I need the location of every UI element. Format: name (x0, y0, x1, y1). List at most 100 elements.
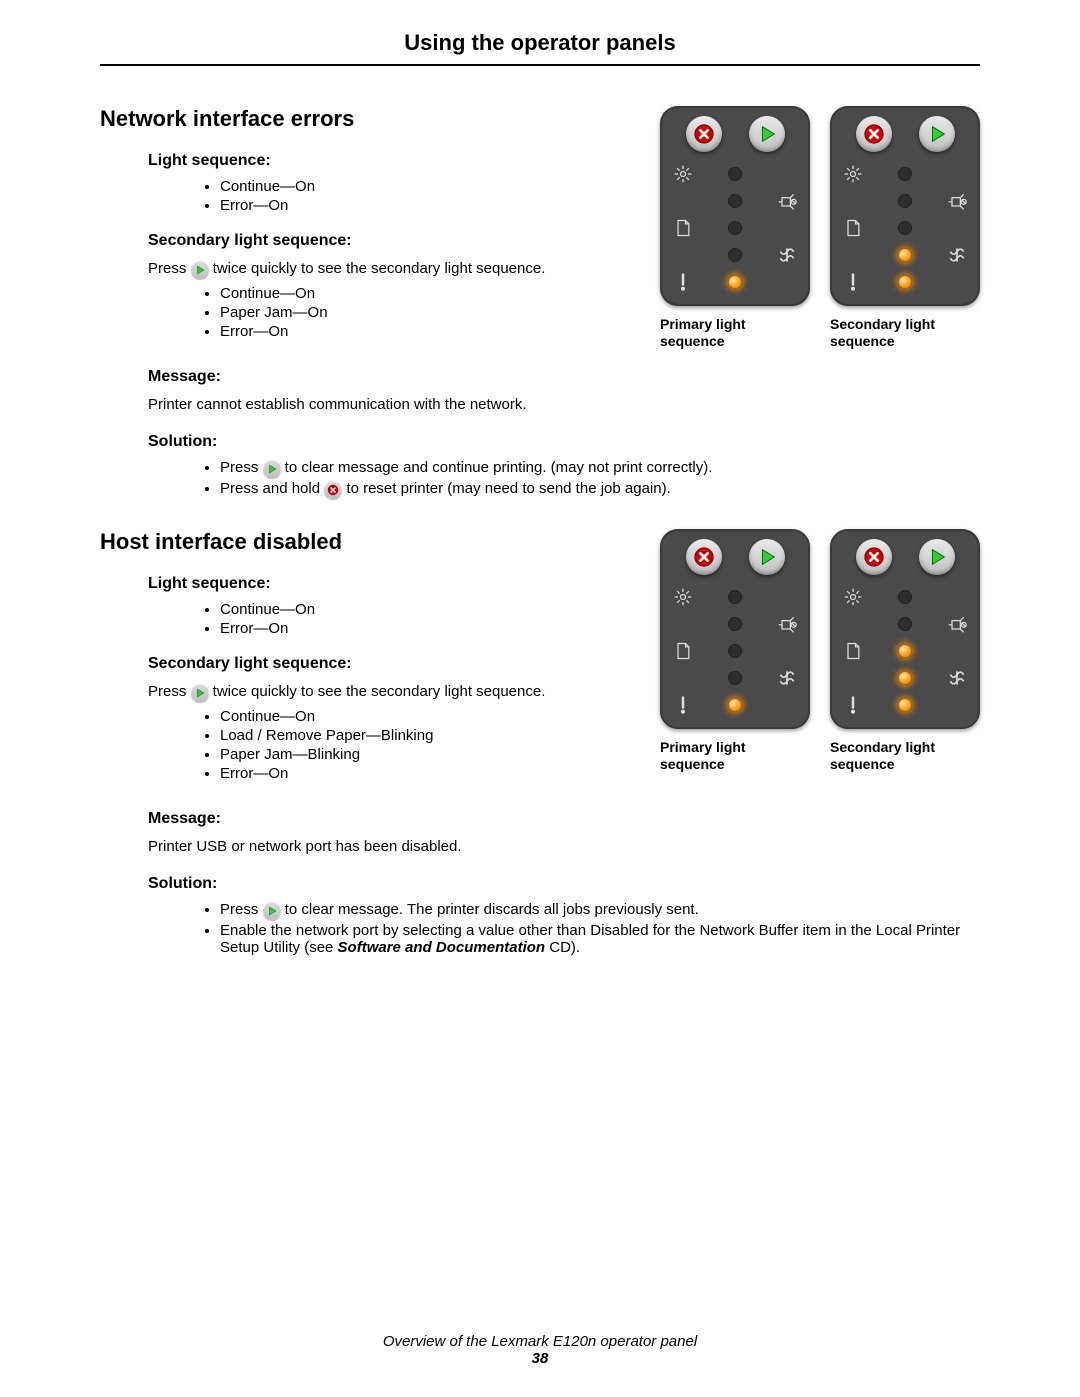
paper-icon (842, 640, 864, 662)
continue-icon (263, 460, 281, 478)
panel-caption: Primary light sequence (660, 316, 810, 350)
continue-icon (191, 261, 209, 279)
list-item: Error—On (220, 765, 640, 782)
error-icon (842, 694, 864, 716)
toner-led (898, 194, 912, 208)
cancel-button (856, 539, 892, 575)
secondary-instruction: Press twice quickly to see the secondary… (148, 681, 640, 702)
page-footer: Overview of the Lexmark E120n operator p… (0, 1333, 1080, 1367)
list-item: Paper Jam—Blinking (220, 746, 640, 763)
section-heading: Network interface errors (100, 106, 640, 132)
jam-icon (946, 244, 968, 266)
panel-caption: Secondary light sequence (830, 739, 980, 773)
list-item: Enable the network port by selecting a v… (220, 922, 980, 956)
list-item: Press and hold to reset printer (may nee… (220, 480, 980, 499)
light-sequence-label: Light sequence: (148, 575, 640, 593)
toner-led (728, 617, 742, 631)
footer-caption: Overview of the Lexmark E120n operator p… (383, 1333, 697, 1350)
continue-button (749, 116, 785, 152)
jam-led (728, 671, 742, 685)
solution-label: Solution: (148, 433, 980, 451)
operator-panel-secondary (830, 529, 980, 729)
secondary-sequence-list: Continue—On Load / Remove Paper—Blinking… (100, 708, 640, 782)
error-icon (672, 694, 694, 716)
list-item: Continue—On (220, 708, 640, 725)
secondary-sequence-list: Continue—On Paper Jam—On Error—On (100, 285, 640, 340)
ready-icon (672, 586, 694, 608)
continue-button (919, 116, 955, 152)
error-icon (672, 271, 694, 293)
list-item: Load / Remove Paper—Blinking (220, 727, 640, 744)
list-item: Press to clear message and continue prin… (220, 459, 980, 478)
title-rule (100, 64, 980, 66)
toner-icon (776, 190, 798, 212)
solution-list: Press to clear message and continue prin… (100, 459, 980, 499)
light-sequence-label: Light sequence: (148, 152, 640, 170)
continue-button (749, 539, 785, 575)
ready-icon (672, 163, 694, 185)
jam-led (728, 248, 742, 262)
cancel-icon (324, 481, 342, 499)
toner-led (898, 617, 912, 631)
paper-led (898, 221, 912, 235)
page-title: Using the operator panels (100, 30, 980, 56)
secondary-sequence-label: Secondary light sequence: (148, 655, 640, 673)
error-led (728, 275, 742, 289)
solution-list: Press to clear message. The printer disc… (100, 901, 980, 956)
ready-led (898, 167, 912, 181)
secondary-instruction: Press twice quickly to see the secondary… (148, 258, 640, 279)
jam-icon (776, 244, 798, 266)
error-icon (842, 271, 864, 293)
ready-led (728, 590, 742, 604)
paper-led (728, 644, 742, 658)
toner-led (728, 194, 742, 208)
paper-icon (672, 640, 694, 662)
operator-panel-primary (660, 529, 810, 729)
cancel-button (686, 539, 722, 575)
toner-icon (946, 613, 968, 635)
ready-icon (842, 586, 864, 608)
continue-icon (263, 902, 281, 920)
list-item: Continue—On (220, 601, 640, 618)
paper-icon (672, 217, 694, 239)
cancel-button (686, 116, 722, 152)
paper-icon (842, 217, 864, 239)
jam-led (898, 671, 912, 685)
operator-panel-secondary (830, 106, 980, 306)
operator-panel-primary (660, 106, 810, 306)
list-item: Error—On (220, 620, 640, 637)
panel-caption: Primary light sequence (660, 739, 810, 773)
message-text: Printer USB or network port has been dis… (148, 836, 980, 857)
list-item: Press to clear message. The printer disc… (220, 901, 980, 920)
toner-icon (776, 613, 798, 635)
error-led (898, 698, 912, 712)
message-label: Message: (148, 810, 980, 828)
panel-caption: Secondary light sequence (830, 316, 980, 350)
list-item: Continue—On (220, 285, 640, 302)
list-item: Paper Jam—On (220, 304, 640, 321)
list-item: Error—On (220, 323, 640, 340)
paper-led (728, 221, 742, 235)
error-led (898, 275, 912, 289)
solution-label: Solution: (148, 875, 980, 893)
secondary-sequence-label: Secondary light sequence: (148, 232, 640, 250)
page-number: 38 (0, 1350, 1080, 1367)
light-sequence-list: Continue—On Error—On (100, 601, 640, 637)
error-led (728, 698, 742, 712)
paper-led (898, 644, 912, 658)
ready-icon (842, 163, 864, 185)
light-sequence-list: Continue—On Error—On (100, 178, 640, 214)
message-text: Printer cannot establish communication w… (148, 394, 980, 415)
toner-icon (946, 190, 968, 212)
message-label: Message: (148, 368, 980, 386)
continue-button (919, 539, 955, 575)
list-item: Error—On (220, 197, 640, 214)
list-item: Continue—On (220, 178, 640, 195)
cancel-button (856, 116, 892, 152)
ready-led (728, 167, 742, 181)
ready-led (898, 590, 912, 604)
jam-icon (946, 667, 968, 689)
jam-icon (776, 667, 798, 689)
continue-icon (191, 684, 209, 702)
jam-led (898, 248, 912, 262)
